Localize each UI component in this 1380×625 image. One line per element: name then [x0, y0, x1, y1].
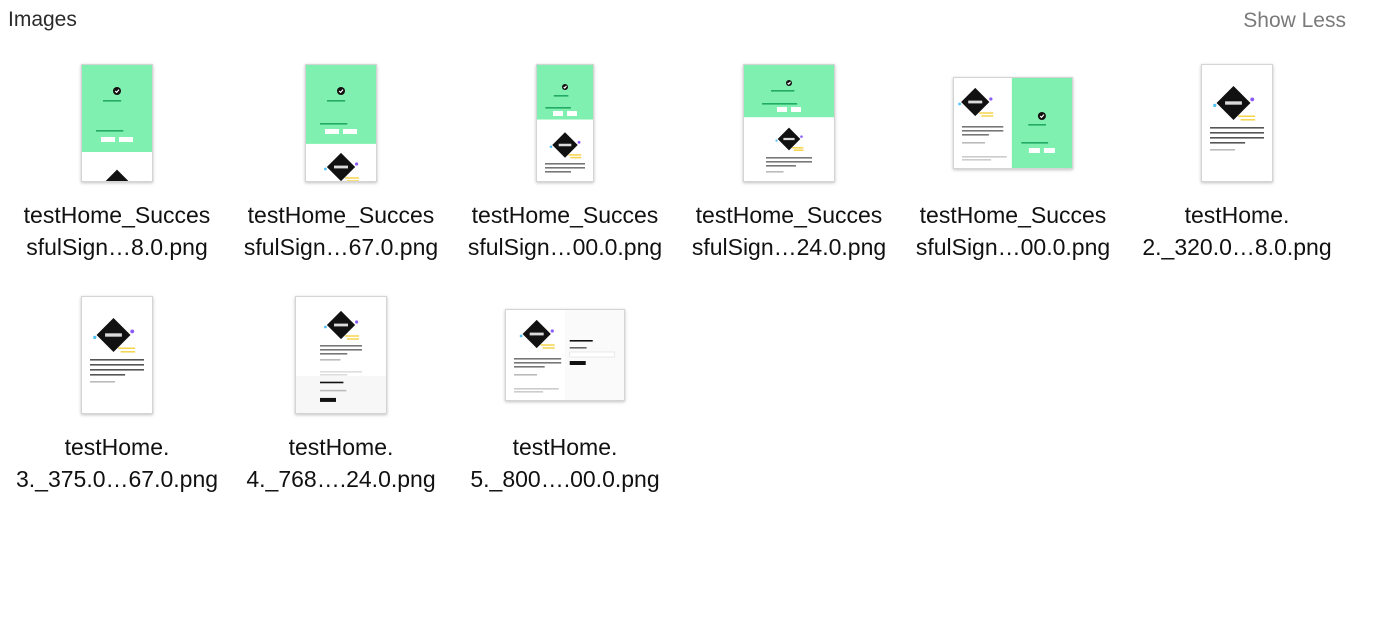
file-name[interactable]: testHome_Succes sfulSign…24.0.png [673, 199, 905, 263]
file-thumbnail[interactable] [81, 63, 153, 182]
file-thumbnail[interactable] [305, 63, 377, 182]
preview-image [958, 77, 1072, 168]
file-name[interactable]: testHome_Succes sfulSign…00.0.png [449, 199, 681, 263]
preview-image [306, 64, 376, 181]
file-thumbnail[interactable] [1201, 63, 1273, 182]
preview-image [514, 309, 624, 400]
preview-image [1210, 85, 1264, 151]
show-less-button[interactable]: Show Less [1243, 9, 1346, 33]
file-thumbnail[interactable] [743, 63, 835, 182]
file-thumbnail[interactable] [505, 308, 625, 401]
preview-image [537, 64, 593, 173]
file-name[interactable]: testHome_Succes sfulSign…8.0.png [1, 199, 233, 263]
file-thumbnail[interactable] [953, 76, 1073, 169]
preview-image [90, 317, 144, 383]
preview-image [82, 64, 152, 181]
preview-image [296, 310, 386, 413]
preview-image [744, 64, 834, 173]
file-name[interactable]: testHome. 2._320.0…8.0.png [1121, 199, 1353, 263]
file-thumbnail[interactable] [81, 295, 153, 414]
file-thumbnail[interactable] [536, 63, 594, 182]
file-name[interactable]: testHome. 4._768….24.0.png [225, 431, 457, 495]
file-name[interactable]: testHome_Succes sfulSign…00.0.png [897, 199, 1129, 263]
file-name[interactable]: testHome. 3._375.0…67.0.png [1, 431, 233, 495]
file-thumbnail[interactable] [295, 295, 387, 414]
file-name[interactable]: testHome_Succes sfulSign…67.0.png [225, 199, 457, 263]
file-name[interactable]: testHome. 5._800….00.0.png [449, 431, 681, 495]
section-title: Images [8, 8, 77, 31]
